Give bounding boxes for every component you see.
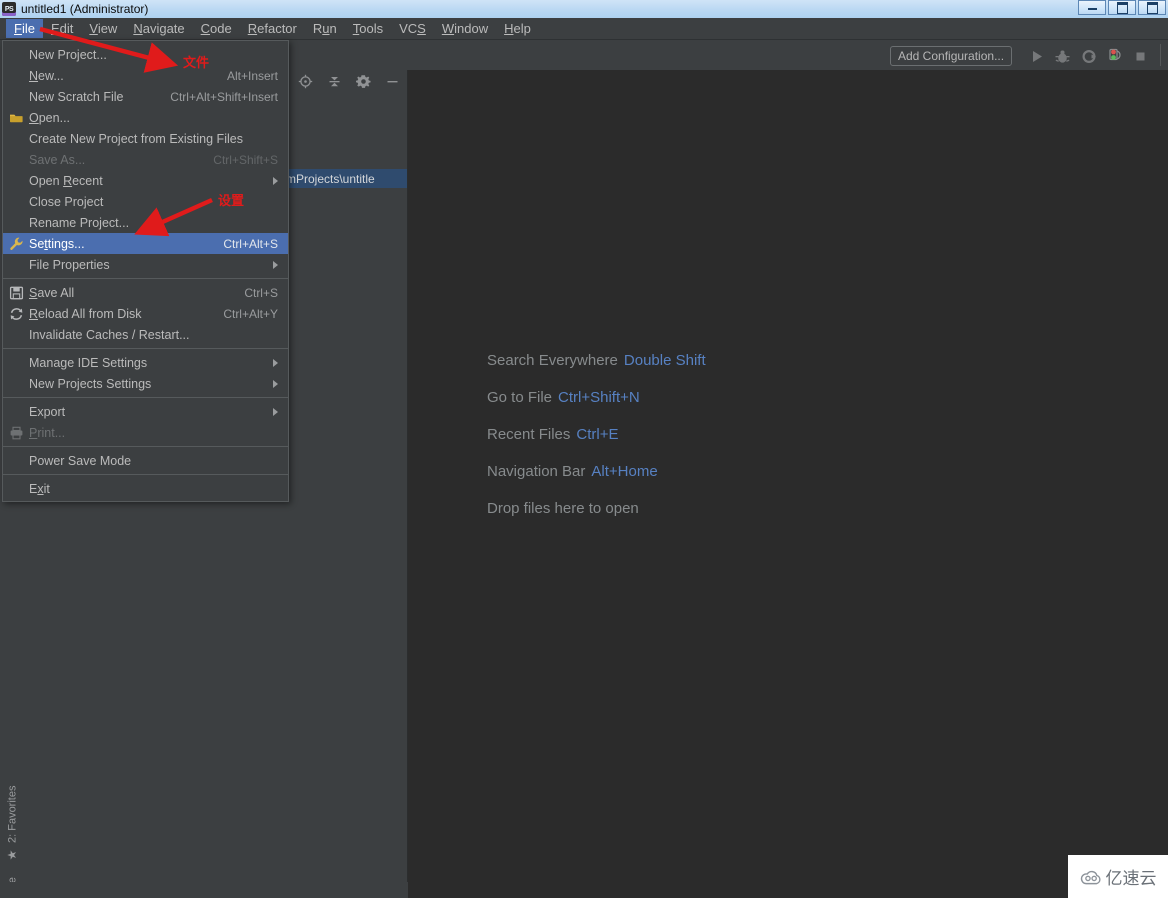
menubar-item-code[interactable]: Code (193, 19, 240, 38)
pycharm-window: PS untitled1 (Administrator) File Edit V… (0, 0, 1168, 898)
tip-search-everywhere: Search Everywhere Double Shift (487, 352, 706, 369)
menubar-item-tools[interactable]: Tools (345, 19, 391, 38)
menu-separator (3, 397, 288, 398)
menubar-item-view[interactable]: View (81, 19, 125, 38)
menu-item-reload-all-from-disk[interactable]: Reload All from Disk Ctrl+Alt+Y (3, 303, 288, 324)
menu-separator (3, 348, 288, 349)
debug-icon[interactable] (1054, 48, 1071, 65)
menubar-item-file-label: ile (21, 21, 35, 36)
maximize-button[interactable] (1108, 0, 1136, 15)
menu-item-create-new-project-from-existing-files[interactable]: Create New Project from Existing Files (3, 128, 288, 149)
menubar: File Edit View Navigate Code Refactor Ru… (0, 18, 1168, 40)
menu-item-power-save-mode[interactable]: Power Save Mode (3, 450, 288, 471)
tip-drop-files: Drop files here to open (487, 500, 639, 517)
window-controls (1078, 0, 1166, 15)
project-toolwindow-actions (298, 74, 400, 89)
menu-item-print: Print... (3, 422, 288, 443)
menu-item-close-project[interactable]: Close Project (3, 191, 288, 212)
menu-item-file-properties[interactable]: File Properties (3, 254, 288, 275)
menu-separator (3, 474, 288, 475)
folder-icon (9, 110, 24, 125)
menu-item-save-as: Save As... Ctrl+Shift+S (29, 152, 278, 167)
toolbar-separator (1160, 44, 1161, 66)
menubar-item-run[interactable]: Run (305, 19, 345, 38)
menubar-item-refactor[interactable]: Refactor (240, 19, 305, 38)
menu-item-settings[interactable]: Settings... Ctrl+Alt+S (3, 233, 288, 254)
wrench-icon (9, 236, 24, 251)
chevron-right-icon (273, 379, 278, 388)
settings-gear-icon[interactable] (355, 74, 371, 89)
window-titlebar: PS untitled1 (Administrator) (0, 0, 1168, 18)
watermark: 亿速云 (1068, 855, 1168, 898)
menu-item-save-all[interactable]: Save All Ctrl+S (3, 282, 288, 303)
annotation-label-settings: 设置 (218, 194, 245, 209)
close-button[interactable] (1138, 0, 1166, 15)
bottom-toolwindow-strip (0, 882, 408, 898)
menu-item-new-scratch-file[interactable]: New Scratch File Ctrl+Alt+Shift+Insert (3, 86, 288, 107)
print-icon (9, 425, 24, 440)
profile-icon[interactable] (1106, 48, 1123, 65)
chevron-right-icon (273, 358, 278, 367)
sidebar-item-favorites-label: 2: Favorites (6, 785, 19, 843)
menubar-item-help[interactable]: Help (496, 19, 539, 38)
menu-item-manage-ide-settings[interactable]: Manage IDE Settings (3, 352, 288, 373)
annotation-label-file: 文件 (183, 56, 210, 71)
hide-icon[interactable] (385, 74, 400, 89)
menu-item-new-projects-settings[interactable]: New Projects Settings (3, 373, 288, 394)
window-title: untitled1 (Administrator) (21, 2, 149, 16)
menu-item-exit[interactable]: Exit (3, 478, 288, 499)
menu-item-export[interactable]: Export (3, 401, 288, 422)
reload-icon (9, 306, 24, 321)
editor-empty-area[interactable]: Search Everywhere Double Shift Go to File… (408, 70, 1168, 898)
menu-item-invalidate-caches-restart[interactable]: Invalidate Caches / Restart... (3, 324, 288, 345)
run-with-coverage-icon[interactable] (1080, 48, 1097, 65)
cloud-icon (1080, 870, 1101, 884)
tip-go-to-file: Go to File Ctrl+Shift+N (487, 389, 640, 406)
star-icon: ★ (5, 848, 20, 862)
menu-item-new-project[interactable]: New Project... (3, 44, 288, 65)
menubar-item-navigate[interactable]: Navigate (125, 19, 192, 38)
menubar-item-vcs[interactable]: VCS (391, 19, 434, 38)
run-toolbar-icons (1028, 44, 1149, 68)
collapse-all-icon[interactable] (327, 74, 342, 89)
editor-tips: Search Everywhere Double Shift Go to File… (487, 352, 706, 517)
menubar-item-window[interactable]: Window (434, 19, 496, 38)
locate-icon[interactable] (298, 74, 313, 89)
menu-item-open-recent[interactable]: Open Recent (3, 170, 288, 191)
menu-separator (3, 278, 288, 279)
chevron-right-icon (273, 407, 278, 416)
tip-navigation-bar: Navigation Bar Alt+Home (487, 463, 658, 480)
menu-separator (3, 446, 288, 447)
menu-item-new[interactable]: New... Alt+Insert (3, 65, 288, 86)
chevron-right-icon (273, 176, 278, 185)
watermark-label: 亿速云 (1105, 869, 1157, 889)
tip-recent-files: Recent Files Ctrl+E (487, 426, 619, 443)
add-configuration-button[interactable]: Add Configuration... (890, 46, 1013, 66)
save-icon (9, 285, 24, 300)
stop-icon[interactable] (1132, 48, 1149, 65)
menu-item-rename-project[interactable]: Rename Project... (3, 212, 288, 233)
chevron-right-icon (273, 260, 278, 269)
menubar-item-file[interactable]: File (6, 19, 43, 38)
menubar-item-edit[interactable]: Edit (43, 19, 81, 38)
run-icon[interactable] (1028, 48, 1045, 65)
file-menu-popup[interactable]: New Project... New... Alt+Insert New Scr… (2, 40, 289, 502)
sidebar-item-favorites[interactable]: ★ 2: Favorites (0, 782, 25, 866)
pycharm-icon: PS (2, 2, 16, 16)
minimize-button[interactable] (1078, 0, 1106, 15)
menu-item-open[interactable]: Open... (3, 107, 288, 128)
